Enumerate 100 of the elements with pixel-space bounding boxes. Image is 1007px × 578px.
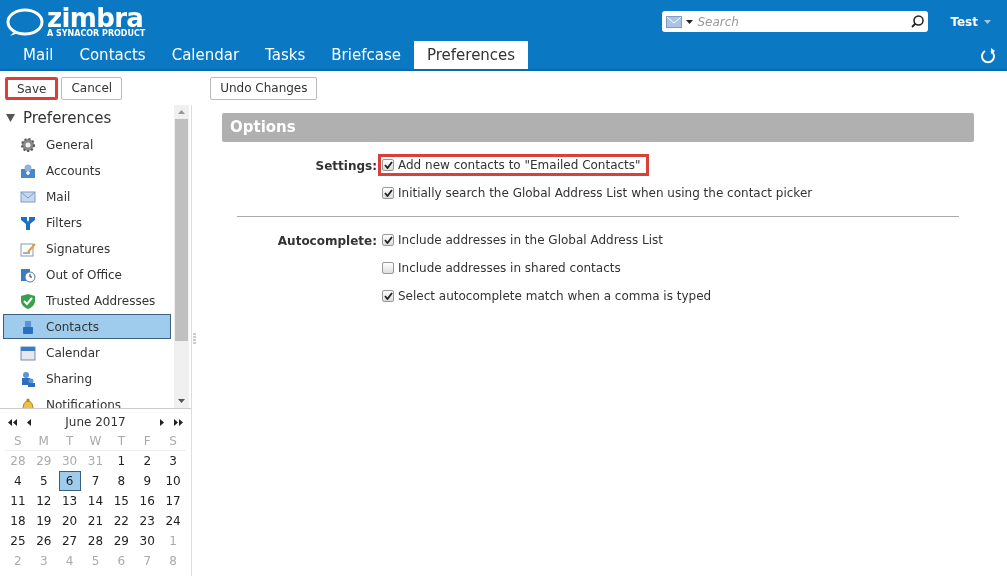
toolbar-button[interactable]: Undo Changes bbox=[210, 76, 318, 100]
tab[interactable]: Preferences bbox=[413, 41, 529, 69]
calendar-day[interactable]: 29 bbox=[110, 531, 133, 551]
checkbox[interactable] bbox=[382, 187, 394, 199]
person-icon bbox=[20, 318, 36, 335]
sidebar-item[interactable]: Filters bbox=[3, 210, 171, 235]
gear-icon bbox=[20, 136, 36, 153]
filter-icon bbox=[20, 214, 36, 231]
checkmark-icon bbox=[383, 161, 393, 169]
splitter-grip-icon bbox=[193, 333, 196, 345]
sidebar-item[interactable]: Trusted Addresses bbox=[3, 288, 171, 313]
envelope-icon bbox=[666, 15, 683, 28]
sidebar-item[interactable]: Calendar bbox=[3, 340, 171, 365]
option-label[interactable]: Add new contacts to "Emailed Contacts" bbox=[398, 156, 641, 174]
calendar-day[interactable]: 2 bbox=[136, 451, 159, 471]
calendar-day[interactable]: 8 bbox=[110, 471, 133, 491]
people-icon bbox=[20, 370, 36, 387]
calendar-day[interactable]: 17 bbox=[162, 491, 184, 511]
calendar-day[interactable]: 9 bbox=[136, 471, 159, 491]
tab[interactable]: Tasks bbox=[252, 41, 319, 69]
calendar-day[interactable]: 12 bbox=[32, 491, 55, 511]
caret-icon bbox=[686, 19, 694, 24]
option-label[interactable]: Select autocomplete match when a comma is typed bbox=[398, 287, 712, 305]
user-menu[interactable]: Test bbox=[950, 12, 991, 31]
weekday-label: S bbox=[160, 431, 186, 451]
sidebar-item[interactable]: Out of Office bbox=[3, 262, 171, 287]
weekday-label: W bbox=[82, 431, 109, 451]
logo-text: zimbra bbox=[47, 5, 144, 30]
toolbar-button[interactable]: Save bbox=[5, 76, 59, 100]
sidebar-item[interactable]: Sharing bbox=[3, 366, 171, 391]
calendar-day[interactable]: 28 bbox=[84, 531, 107, 551]
next-month-icon bbox=[160, 418, 164, 426]
weekday-label: M bbox=[30, 431, 57, 451]
checkmark-icon bbox=[383, 236, 393, 244]
checkbox[interactable] bbox=[382, 262, 394, 274]
calendar-day[interactable]: 30 bbox=[136, 531, 159, 551]
sidebar-item[interactable]: Contacts bbox=[3, 314, 171, 339]
calendar-day[interactable]: 16 bbox=[136, 491, 159, 511]
calendar-day[interactable]: 23 bbox=[136, 511, 159, 531]
scroll-down-icon bbox=[178, 399, 185, 403]
logo-icon bbox=[6, 7, 44, 36]
tab[interactable]: Contacts bbox=[66, 41, 159, 69]
option-label[interactable]: Include addresses in the Global Address List bbox=[398, 231, 664, 249]
calendar-day[interactable]: 21 bbox=[84, 511, 107, 531]
calendar-icon bbox=[20, 344, 36, 361]
option-label[interactable]: Include addresses in shared contacts bbox=[398, 259, 621, 277]
weekday-label: T bbox=[56, 431, 83, 451]
calendar-day[interactable]: 7 bbox=[84, 471, 107, 491]
sidebar-item[interactable]: Accounts bbox=[3, 158, 171, 183]
clock-icon bbox=[20, 266, 36, 283]
weekday-label: S bbox=[5, 431, 31, 451]
calendar-day[interactable]: 5 bbox=[32, 471, 55, 491]
calendar-day[interactable]: 15 bbox=[110, 491, 133, 511]
calendar-day[interactable]: 20 bbox=[58, 511, 81, 531]
previous-month-icon bbox=[27, 418, 31, 426]
calendar-day[interactable]: 18 bbox=[7, 511, 29, 531]
logo-tagline: A SYNACOR PRODUCT bbox=[47, 29, 146, 38]
previous-year-icon bbox=[8, 418, 17, 426]
sidebar-item[interactable]: Notifications bbox=[3, 392, 171, 408]
option-label[interactable]: Initially search the Global Address List when using the contact picker bbox=[398, 184, 813, 202]
calendar-day[interactable]: 4 bbox=[7, 471, 29, 491]
next-year-icon bbox=[174, 418, 183, 426]
search-input[interactable]: Search bbox=[697, 12, 908, 31]
calendar-day[interactable]: 3 bbox=[162, 451, 184, 471]
scrollbar[interactable] bbox=[174, 105, 189, 408]
tab[interactable]: Mail bbox=[10, 41, 67, 69]
sidebar-item[interactable]: General bbox=[3, 132, 171, 157]
sidebar-item[interactable]: Signatures bbox=[3, 236, 171, 261]
section-label: Autocomplete: bbox=[277, 233, 377, 250]
scroll-up-icon bbox=[178, 110, 185, 114]
calendar-day[interactable]: 6 bbox=[58, 471, 81, 491]
weekday-label: F bbox=[134, 431, 161, 451]
calendar-day[interactable]: 11 bbox=[7, 491, 29, 511]
tree-header[interactable]: Preferences bbox=[23, 106, 112, 130]
calendar-day[interactable]: 10 bbox=[162, 471, 184, 491]
toolbar-button[interactable]: Cancel bbox=[61, 76, 123, 100]
weekday-label: T bbox=[108, 431, 135, 451]
checkbox[interactable] bbox=[382, 159, 394, 171]
month-title: June 2017 bbox=[63, 414, 127, 431]
calendar-day[interactable]: 24 bbox=[162, 511, 184, 531]
calendar-day[interactable]: 27 bbox=[58, 531, 81, 551]
calendar-day[interactable]: 26 bbox=[32, 531, 55, 551]
calendar-day[interactable]: 25 bbox=[7, 531, 29, 551]
tab[interactable]: Briefcase bbox=[318, 41, 414, 69]
search-field[interactable]: Search bbox=[662, 11, 929, 32]
calendar-day[interactable]: 1 bbox=[110, 451, 133, 471]
checkbox[interactable] bbox=[382, 234, 394, 246]
shield-icon bbox=[20, 292, 36, 309]
caret-icon bbox=[984, 19, 991, 24]
checkbox[interactable] bbox=[382, 290, 394, 302]
calendar-day[interactable]: 19 bbox=[32, 511, 55, 531]
checkmark-icon bbox=[383, 189, 393, 197]
tab[interactable]: Calendar bbox=[158, 41, 253, 69]
sidebar-item[interactable]: Mail bbox=[3, 184, 171, 209]
calendar-day[interactable]: 13 bbox=[58, 491, 81, 511]
search-icon bbox=[911, 15, 925, 28]
calendar-day[interactable]: 22 bbox=[110, 511, 133, 531]
person-icon bbox=[20, 162, 36, 179]
calendar-day[interactable]: 14 bbox=[84, 491, 107, 511]
signature-icon bbox=[20, 240, 36, 257]
